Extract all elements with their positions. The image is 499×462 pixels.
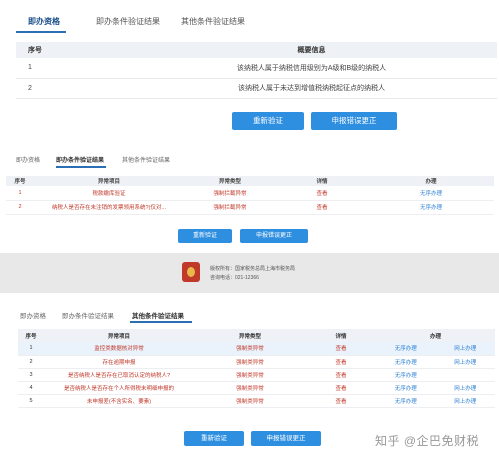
tax-emblem-icon [182, 262, 200, 282]
row-item: 未申报差(不含实名、要素) [44, 394, 194, 408]
section-1-tabs: 即办资格 即办条件验证结果 其他条件验证结果 [16, 12, 486, 34]
view-detail-link[interactable]: 查看 [306, 368, 376, 382]
row-item: 是否纳税人是否存在已取消认定的纳税人? [44, 368, 194, 382]
row-number: 2 [18, 355, 44, 369]
table-row: 2 存在逾期申报 强制类异常 查看 无序办理 网上办理 [18, 355, 495, 369]
row-type: 强制类异常 [194, 355, 306, 369]
section-1-panel: 即办资格 即办条件验证结果 其他条件验证结果 序号 概要信息 1 该纳税人属于纳… [0, 0, 499, 148]
online-handle-link[interactable]: 网上办理 [435, 394, 495, 408]
column-header-type: 异常类型 [184, 176, 276, 186]
tab-qualification[interactable]: 即办资格 [16, 155, 40, 164]
table-row: 1 监控类数据核对异常 强制类异常 查看 无序办理 网上办理 [18, 342, 495, 356]
column-header-detail: 详情 [306, 329, 376, 342]
column-header-no: 序号 [6, 176, 34, 186]
table-row: 3 是否纳税人是否存在已取消认定的纳税人? 强制类异常 查看 无序办理 [18, 368, 495, 382]
view-detail-link[interactable]: 查看 [276, 200, 368, 215]
report-error-button[interactable]: 申报错误更正 [240, 229, 308, 243]
report-error-button[interactable]: 申报错误更正 [251, 431, 321, 446]
active-tab-indicator [16, 31, 66, 33]
section-2-tabs: 即办资格 即办条件验证结果 其他条件验证结果 [16, 153, 486, 169]
tab-qualification[interactable]: 即办资格 [28, 16, 60, 27]
row-type: 强制类异常 [194, 381, 306, 395]
zhihu-watermark: 知乎 @企巴免财税 [375, 434, 480, 448]
column-header-summary: 概要信息 [46, 42, 497, 58]
footer-phone: 咨询电话：021-12366 [210, 275, 259, 281]
view-detail-link[interactable]: 查看 [306, 394, 376, 408]
active-tab-indicator [130, 321, 192, 323]
action-link[interactable]: 无序办理 [376, 342, 436, 356]
column-header-action: 办理 [376, 329, 495, 342]
row-type: 强制类异常 [194, 342, 306, 356]
tab-other-condition-result[interactable]: 其他条件验证结果 [122, 155, 170, 164]
active-tab-indicator [56, 166, 106, 168]
column-header-type: 异常类型 [194, 329, 306, 342]
revalidate-button[interactable]: 重新验证 [232, 112, 304, 130]
revalidate-button[interactable]: 重新验证 [178, 229, 232, 243]
row-type: 强制类异常 [194, 394, 306, 408]
view-detail-link[interactable]: 查看 [306, 355, 376, 369]
row-number: 1 [16, 58, 46, 79]
footer-band [0, 253, 499, 293]
other-condition-table: 序号 异常项目 异常类型 详情 办理 1 监控类数据核对异常 强制类异常 查看 … [18, 329, 495, 408]
table-row: 4 是否纳税人是否存在个人所得税未明细申报的 强制类异常 查看 无序办理 网上办… [18, 381, 495, 395]
table-row: 1 该纳税人属于纳税信用级别为A级和B级的纳税人 [16, 58, 497, 79]
action-link[interactable]: 无序办理 [368, 200, 494, 215]
table-row: 2 纳税人是否存在未注销的发票领用系统?(仅对... 强制拦截异常 查看 无序办… [6, 200, 494, 215]
row-number: 5 [18, 394, 44, 408]
column-header-action: 办理 [368, 176, 494, 186]
tab-other-condition-result[interactable]: 其他条件验证结果 [132, 310, 184, 320]
view-detail-link[interactable]: 查看 [306, 381, 376, 395]
row-item: 纳税人是否存在未注销的发票领用系统?(仅对... [34, 200, 184, 215]
view-detail-link[interactable]: 查看 [306, 342, 376, 356]
online-handle-link[interactable] [435, 368, 495, 382]
action-link[interactable]: 无序办理 [368, 186, 494, 201]
table-row: 1 税款缴库验证 强制拦截异常 查看 无序办理 [6, 186, 494, 201]
column-header-no: 序号 [18, 329, 44, 342]
row-number: 4 [18, 381, 44, 395]
row-item: 税款缴库验证 [34, 186, 184, 201]
column-header-no: 序号 [16, 42, 46, 58]
table-row: 5 未申报差(不含实名、要素) 强制类异常 查看 无序办理 网上办理 [18, 394, 495, 408]
tab-condition-result[interactable]: 即办条件验证结果 [96, 16, 160, 27]
tab-other-condition-result[interactable]: 其他条件验证结果 [181, 16, 245, 27]
row-item: 是否纳税人是否存在个人所得税未明细申报的 [44, 381, 194, 395]
tab-qualification[interactable]: 即办资格 [20, 310, 46, 320]
table-row: 2 该纳税人属于未达到增值税纳税起征点的纳税人 [16, 78, 497, 99]
row-item: 监控类数据核对异常 [44, 342, 194, 356]
report-error-button[interactable]: 申报错误更正 [311, 112, 397, 130]
view-detail-link[interactable]: 查看 [276, 186, 368, 201]
tab-condition-result[interactable]: 即办条件验证结果 [62, 310, 114, 320]
online-handle-link[interactable]: 网上办理 [435, 381, 495, 395]
condition-result-table: 序号 异常项目 异常类型 详情 办理 1 税款缴库验证 强制拦截异常 查看 无序… [6, 176, 494, 215]
row-number: 2 [6, 200, 34, 215]
row-number: 2 [16, 78, 46, 99]
row-number: 1 [18, 342, 44, 356]
column-header-detail: 详情 [276, 176, 368, 186]
row-summary: 该纳税人属于纳税信用级别为A级和B级的纳税人 [46, 58, 497, 79]
revalidate-button[interactable]: 重新验证 [184, 431, 244, 446]
action-link[interactable]: 无序办理 [376, 355, 436, 369]
row-summary: 该纳税人属于未达到增值税纳税起征点的纳税人 [46, 78, 497, 99]
row-item: 存在逾期申报 [44, 355, 194, 369]
row-number: 1 [6, 186, 34, 201]
column-header-item: 异常项目 [34, 176, 184, 186]
row-type: 强制类异常 [194, 368, 306, 382]
action-link[interactable]: 无序办理 [376, 381, 436, 395]
online-handle-link[interactable]: 网上办理 [435, 342, 495, 356]
footer-copyright: 版权所有：国家税务总局上海市税务局 [210, 266, 296, 272]
row-type: 强制拦截异常 [184, 186, 276, 201]
action-link[interactable]: 无序办理 [376, 368, 436, 382]
row-type: 强制拦截异常 [184, 200, 276, 215]
tab-condition-result[interactable]: 即办条件验证结果 [56, 155, 104, 164]
action-link[interactable]: 无序办理 [376, 394, 436, 408]
column-header-item: 异常项目 [44, 329, 194, 342]
online-handle-link[interactable]: 网上办理 [435, 355, 495, 369]
section-2-panel: 即办资格 即办条件验证结果 其他条件验证结果 序号 异常项目 异常类型 详情 办… [0, 149, 499, 253]
section-3-tabs: 即办资格 即办条件验证结果 其他条件验证结果 [20, 307, 490, 323]
qualification-table: 序号 概要信息 1 该纳税人属于纳税信用级别为A级和B级的纳税人 2 该纳税人属… [16, 42, 497, 99]
row-number: 3 [18, 368, 44, 382]
